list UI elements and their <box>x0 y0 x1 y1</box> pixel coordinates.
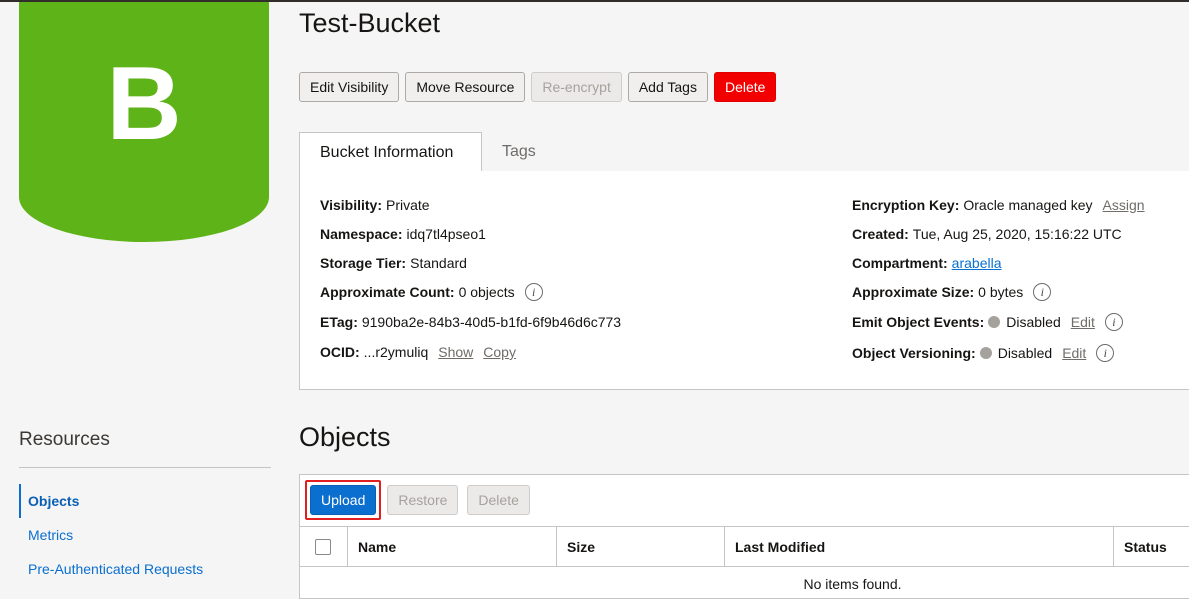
page-title: Test-Bucket <box>299 8 441 38</box>
emit-events-label: Emit Object Events: <box>852 314 985 330</box>
objects-table-header: Name Size Last Modified Status <box>300 526 1189 567</box>
emit-events-value: Disabled <box>1006 314 1061 330</box>
created-value: Tue, Aug 25, 2020, 15:16:22 UTC <box>912 226 1122 242</box>
re-encrypt-button[interactable]: Re-encrypt <box>531 72 622 102</box>
resources-heading: Resources <box>19 429 110 450</box>
etag-label: ETag: <box>320 314 358 330</box>
ocid-label: OCID: <box>320 344 360 360</box>
visibility-label: Visibility: <box>320 197 382 213</box>
compartment-row: Compartment: arabella <box>852 255 1002 271</box>
compartment-link[interactable]: arabella <box>952 255 1002 271</box>
move-resource-button[interactable]: Move Resource <box>405 72 526 102</box>
column-header-status[interactable]: Status <box>1113 527 1189 567</box>
tab-bucket-information[interactable]: Bucket Information <box>299 132 482 172</box>
encryption-key-assign-link[interactable]: Assign <box>1103 197 1145 213</box>
upload-highlight: Upload <box>305 480 382 520</box>
bucket-logo: B <box>19 2 269 242</box>
upload-button[interactable]: Upload <box>310 485 377 515</box>
compartment-label: Compartment: <box>852 255 948 271</box>
objects-panel: Upload Restore Delete Name Size Last Mod… <box>299 474 1189 599</box>
approx-size-row: Approximate Size: 0 bytes i <box>852 283 1052 301</box>
info-icon[interactable]: i <box>1104 313 1123 331</box>
ocid-row: OCID: ...r2ymuliq Show Copy <box>320 344 516 360</box>
objects-toolbar: Upload Restore Delete <box>305 480 530 520</box>
info-icon[interactable]: i <box>524 283 543 301</box>
approx-size-label: Approximate Size: <box>852 284 975 300</box>
emit-events-row: Emit Object Events: Disabled Edit i <box>852 313 1123 331</box>
info-icon[interactable]: i <box>1096 344 1115 362</box>
approx-count-value: 0 objects <box>458 284 515 300</box>
visibility-value: Private <box>385 197 430 213</box>
approx-count-label: Approximate Count: <box>320 284 455 300</box>
namespace-row: Namespace: idq7tl4pseo1 <box>320 226 486 242</box>
resources-nav: Objects Metrics Pre-Authenticated Reques… <box>19 484 271 586</box>
bucket-logo-letter: B <box>106 46 182 162</box>
versioning-row: Object Versioning: Disabled Edit i <box>852 344 1115 362</box>
versioning-edit-link[interactable]: Edit <box>1062 345 1086 361</box>
column-header-name[interactable]: Name <box>347 527 556 567</box>
created-row: Created: Tue, Aug 25, 2020, 15:16:22 UTC <box>852 226 1122 242</box>
approx-size-value: 0 bytes <box>978 284 1024 300</box>
sidebar-item-objects[interactable]: Objects <box>19 484 271 518</box>
bucket-actions: Edit Visibility Move Resource Re-encrypt… <box>299 72 777 102</box>
encryption-key-value: Oracle managed key <box>963 197 1093 213</box>
versioning-value: Disabled <box>997 345 1053 361</box>
empty-table-message: No items found. <box>803 576 902 592</box>
storage-tier-label: Storage Tier: <box>320 255 407 271</box>
restore-button[interactable]: Restore <box>387 485 459 515</box>
versioning-label: Object Versioning: <box>852 345 976 361</box>
delete-bucket-button[interactable]: Delete <box>713 72 777 102</box>
approx-count-row: Approximate Count: 0 objects i <box>320 283 543 301</box>
column-header-last-modified[interactable]: Last Modified <box>724 527 1113 567</box>
visibility-row: Visibility: Private <box>320 197 430 213</box>
ocid-value: ...r2ymuliq <box>363 344 429 360</box>
status-dot-icon <box>988 316 1001 328</box>
objects-heading: Objects <box>299 422 391 452</box>
edit-visibility-button[interactable]: Edit Visibility <box>299 72 400 102</box>
bucket-info-panel: Visibility: Private Namespace: idq7tl4ps… <box>299 171 1189 390</box>
column-header-size[interactable]: Size <box>556 527 724 567</box>
emit-events-edit-link[interactable]: Edit <box>1071 314 1095 330</box>
storage-tier-value: Standard <box>410 255 467 271</box>
sidebar-item-metrics[interactable]: Metrics <box>19 518 271 552</box>
etag-value: 9190ba2e-84b3-40d5-b1fd-6f9b46d6c773 <box>361 314 622 330</box>
ocid-copy-link[interactable]: Copy <box>483 344 516 360</box>
created-label: Created: <box>852 226 909 242</box>
storage-tier-row: Storage Tier: Standard <box>320 255 467 271</box>
select-all-cell <box>300 527 347 567</box>
encryption-key-row: Encryption Key: Oracle managed key Assig… <box>852 197 1145 213</box>
status-dot-icon <box>979 347 992 359</box>
namespace-value: idq7tl4pseo1 <box>406 226 486 242</box>
info-icon[interactable]: i <box>1033 283 1052 301</box>
select-all-checkbox[interactable] <box>315 539 331 555</box>
sidebar-item-pre-authenticated-requests[interactable]: Pre-Authenticated Requests <box>19 552 271 586</box>
add-tags-button[interactable]: Add Tags <box>627 72 708 102</box>
resources-divider <box>19 467 271 468</box>
namespace-label: Namespace: <box>320 226 403 242</box>
bucket-tabs: Bucket Information Tags <box>299 132 1189 172</box>
etag-row: ETag: 9190ba2e-84b3-40d5-b1fd-6f9b46d6c7… <box>320 314 621 330</box>
delete-objects-button[interactable]: Delete <box>467 485 530 515</box>
ocid-show-link[interactable]: Show <box>438 344 473 360</box>
encryption-key-label: Encryption Key: <box>852 197 960 213</box>
tab-tags[interactable]: Tags <box>482 132 556 172</box>
